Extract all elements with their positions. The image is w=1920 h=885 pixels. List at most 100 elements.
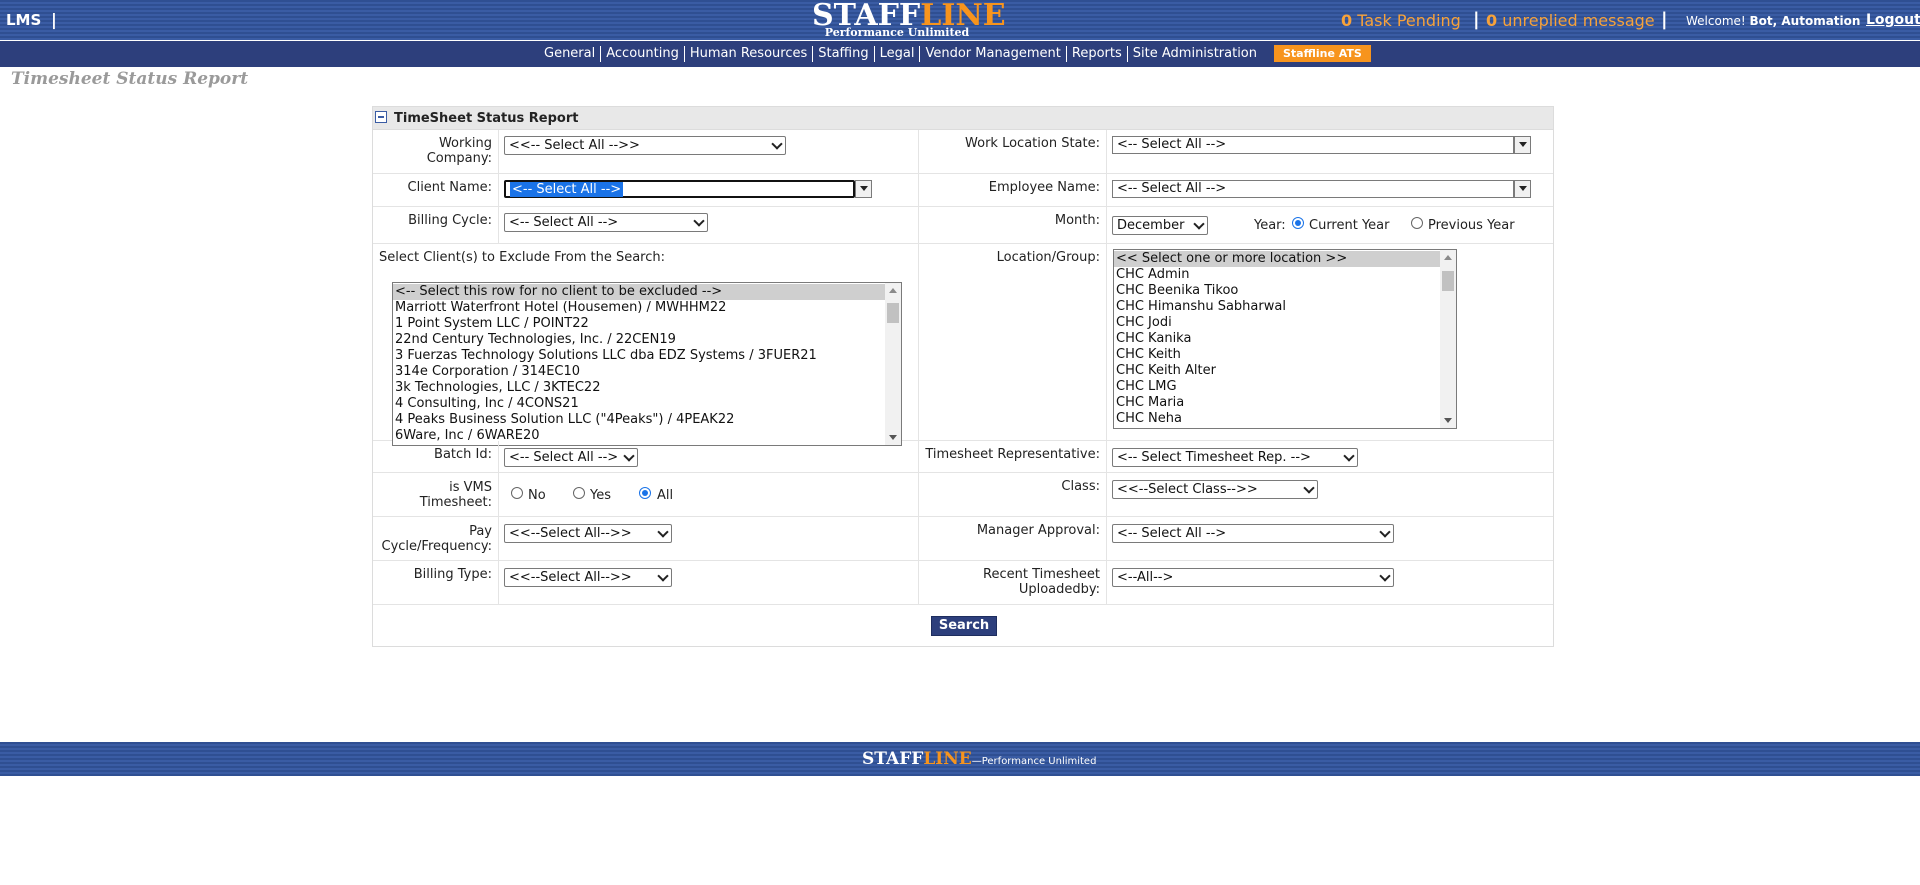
billing-cycle-value: <-- Select All --> xyxy=(509,215,619,230)
pay-cycle-select[interactable]: <<--Select All-->> xyxy=(504,524,672,543)
vms-no-label: No xyxy=(528,488,546,503)
manager-approval-select[interactable]: <-- Select All --> xyxy=(1112,524,1394,543)
employee-name-dropdown-button[interactable] xyxy=(1514,180,1531,198)
list-item[interactable]: Marriott Waterfront Hotel (Housemen) / M… xyxy=(393,300,901,316)
list-item[interactable]: CHC Neha xyxy=(1114,411,1456,427)
nav-vendor-management[interactable]: Vendor Management xyxy=(920,45,1067,62)
nav-human-resources[interactable]: Human Resources xyxy=(685,45,814,62)
list-item[interactable]: 3k Technologies, LLC / 3KTEC22 xyxy=(393,380,901,396)
client-name-input[interactable]: <-- Select All --> xyxy=(504,180,855,198)
billing-cycle-select[interactable]: <-- Select All --> xyxy=(504,213,708,232)
nav-legal[interactable]: Legal xyxy=(875,45,921,62)
chevron-down-icon xyxy=(1379,526,1391,538)
manager-approval-label: Manager Approval: xyxy=(976,523,1100,538)
scroll-down-icon[interactable] xyxy=(889,435,897,440)
current-year-radio[interactable] xyxy=(1292,217,1304,229)
previous-year-radio[interactable] xyxy=(1411,217,1423,229)
nav-reports[interactable]: Reports xyxy=(1067,45,1128,62)
top-header: LMS | STAFFLINE Performance Unlimited 0 … xyxy=(0,0,1920,40)
form-row: Batch Id: <-- Select All --> Timesheet R… xyxy=(373,441,1553,473)
recent-uploaded-label: Recent Timesheet Uploadedby: xyxy=(923,567,1100,597)
divider: | xyxy=(1661,9,1668,30)
billing-type-select[interactable]: <<--Select All-->> xyxy=(504,568,672,587)
nav-staffing[interactable]: Staffing xyxy=(813,45,875,62)
vms-all-label: All xyxy=(657,488,674,503)
scroll-down-icon[interactable] xyxy=(1444,418,1452,423)
scroll-thumb[interactable] xyxy=(1442,271,1454,291)
location-group-label: Location/Group: xyxy=(996,250,1100,265)
list-item[interactable]: <-- Select this row for no client to be … xyxy=(393,284,901,300)
scroll-up-icon[interactable] xyxy=(1444,255,1452,260)
work-location-state-label: Work Location State: xyxy=(965,136,1100,151)
work-location-dropdown-button[interactable] xyxy=(1514,136,1531,154)
month-value: December xyxy=(1117,218,1185,233)
collapse-icon[interactable] xyxy=(375,111,387,123)
list-item[interactable]: 1 Point System LLC / POINT22 xyxy=(393,316,901,332)
timesheet-rep-label: Timesheet Representative: xyxy=(925,447,1100,462)
list-item[interactable]: CHC Kanika xyxy=(1114,331,1456,347)
list-item[interactable]: CHC Jodi xyxy=(1114,315,1456,331)
scrollbar[interactable] xyxy=(1440,250,1456,428)
list-item[interactable]: 314e Corporation / 314EC10 xyxy=(393,364,901,380)
list-item[interactable]: CHC Beenika Tikoo xyxy=(1114,283,1456,299)
list-item[interactable]: 4 Peaks Business Solution LLC ("4Peaks")… xyxy=(393,412,901,428)
year-label: Year: xyxy=(1254,218,1286,233)
list-item[interactable]: CHC LMG xyxy=(1114,379,1456,395)
task-pending-link[interactable]: 0 Task Pending xyxy=(1341,11,1461,30)
search-button[interactable]: Search xyxy=(931,616,997,636)
month-select[interactable]: December xyxy=(1112,216,1208,235)
location-group-listbox[interactable]: << Select one or more location >> CHC Ad… xyxy=(1113,249,1457,429)
welcome-text: Welcome! Bot, Automation xyxy=(1686,14,1860,28)
nav-general[interactable]: General xyxy=(539,45,602,62)
vms-yes-radio[interactable] xyxy=(573,487,585,499)
list-item[interactable]: CHC Keith Alter xyxy=(1114,363,1456,379)
form-row: Client Name: <-- Select All --> Employee… xyxy=(373,174,1553,207)
working-company-select[interactable]: <<-- Select All -->> xyxy=(504,136,786,155)
main-nav: General Accounting Human Resources Staff… xyxy=(0,41,1920,67)
form-row: Billing Cycle: <-- Select All --> Month:… xyxy=(373,207,1553,244)
list-item[interactable]: CHC Himanshu Sabharwal xyxy=(1114,299,1456,315)
scroll-thumb[interactable] xyxy=(887,303,899,323)
chevron-down-icon xyxy=(657,570,669,582)
is-vms-label: is VMS Timesheet: xyxy=(373,480,492,510)
divider: | xyxy=(1473,9,1480,30)
timesheet-rep-select[interactable]: <-- Select Timesheet Rep. --> xyxy=(1112,448,1358,467)
chevron-down-icon xyxy=(1379,570,1391,582)
batch-id-select[interactable]: <-- Select All --> xyxy=(504,448,638,467)
list-item[interactable]: CHC Maria xyxy=(1114,395,1456,411)
list-item[interactable]: CHC Keith xyxy=(1114,347,1456,363)
unreplied-message-link[interactable]: 0 unreplied message xyxy=(1486,11,1655,30)
list-item[interactable]: 22nd Century Technologies, Inc. / 22CEN1… xyxy=(393,332,901,348)
list-item[interactable]: CHC Admin xyxy=(1114,267,1456,283)
app-name[interactable]: LMS xyxy=(6,11,41,29)
working-company-value: <<-- Select All -->> xyxy=(509,138,640,153)
vms-yes-label: Yes xyxy=(590,488,611,503)
recent-uploaded-select[interactable]: <--All--> xyxy=(1112,568,1394,587)
welcome-label: Welcome! xyxy=(1686,14,1746,28)
list-item[interactable]: 3 Fuerzas Technology Solutions LLC dba E… xyxy=(393,348,901,364)
class-select[interactable]: <<--Select Class-->> xyxy=(1112,480,1318,499)
footer-tagline: —Performance Unlimited xyxy=(971,756,1097,767)
logout-link[interactable]: Logout xyxy=(1866,12,1920,28)
footer-logo-line: LINE xyxy=(923,749,972,769)
staffline-ats-button[interactable]: Staffline ATS xyxy=(1274,45,1371,62)
batch-id-value: <-- Select All --> xyxy=(509,450,619,465)
billing-type-label: Billing Type: xyxy=(413,567,492,582)
nav-accounting[interactable]: Accounting xyxy=(601,45,685,62)
vms-all-radio[interactable] xyxy=(639,487,651,499)
list-item[interactable]: << Select one or more location >> xyxy=(1114,251,1456,267)
exclude-clients-listbox[interactable]: <-- Select this row for no client to be … xyxy=(392,282,902,446)
scrollbar[interactable] xyxy=(885,283,901,445)
current-year-label: Current Year xyxy=(1309,218,1390,233)
pay-cycle-label-line2: Cycle/Frequency: xyxy=(381,539,493,554)
nav-site-administration[interactable]: Site Administration xyxy=(1128,46,1262,62)
staffline-logo[interactable]: STAFFLINE Performance Unlimited xyxy=(812,1,1006,40)
list-item[interactable]: 4 Consulting, Inc / 4CONS21 xyxy=(393,396,901,412)
scroll-up-icon[interactable] xyxy=(889,288,897,293)
client-name-dropdown-button[interactable] xyxy=(855,180,872,198)
vms-no-radio[interactable] xyxy=(511,487,523,499)
panel-header: TimeSheet Status Report xyxy=(373,107,1553,130)
employee-name-input[interactable]: <-- Select All --> xyxy=(1112,180,1514,198)
month-label: Month: xyxy=(1054,213,1100,228)
work-location-state-input[interactable]: <-- Select All --> xyxy=(1112,136,1514,154)
